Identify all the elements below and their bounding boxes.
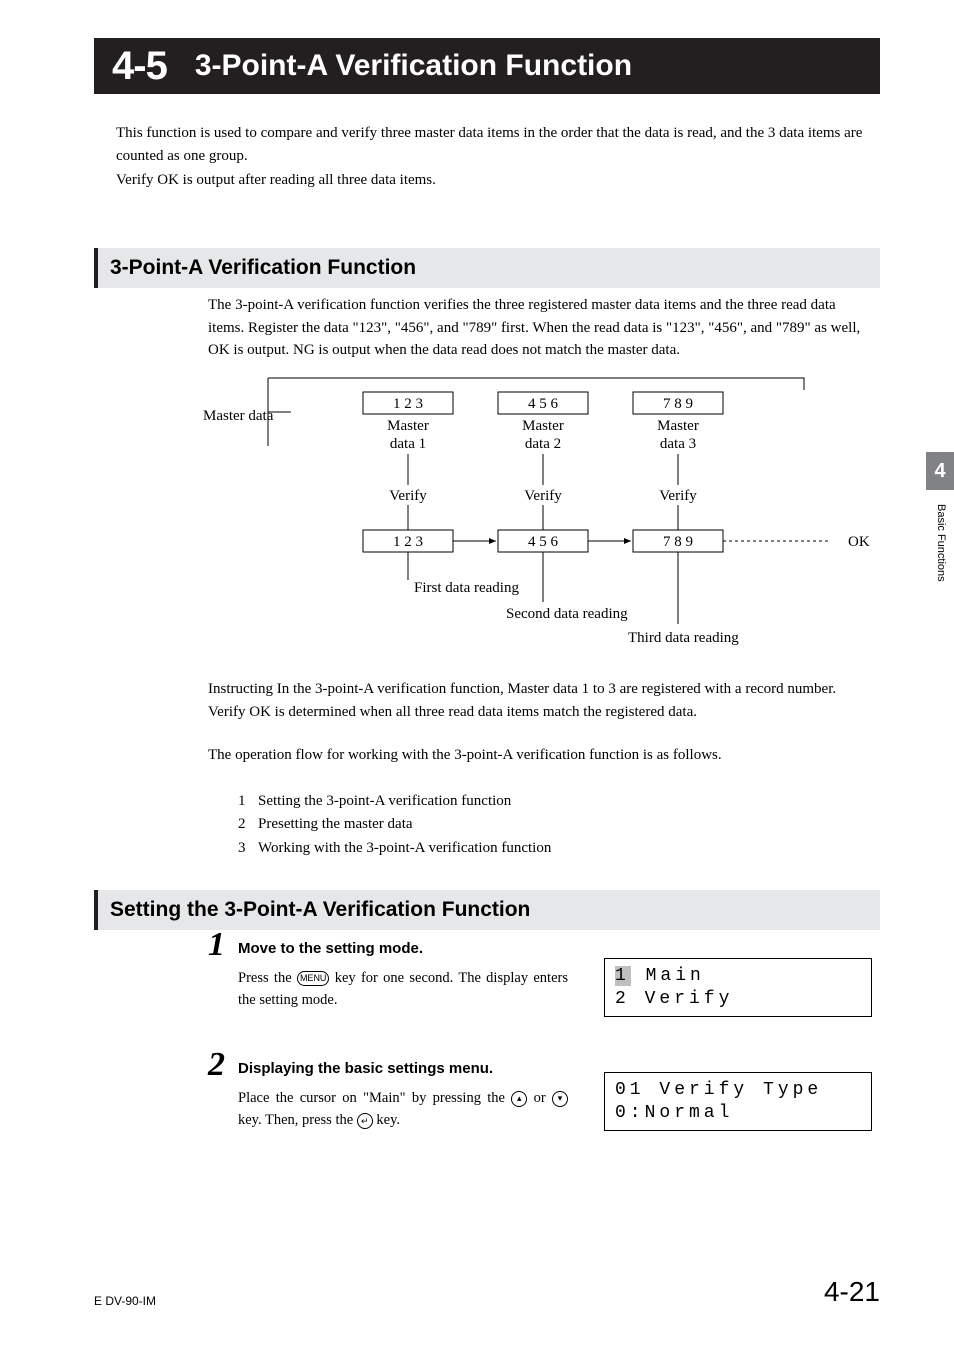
label-third-reading: Third data reading	[628, 630, 739, 646]
lcd-display-2: 01 Verify Type 0:Normal	[604, 1072, 872, 1131]
label-master-data: Master data	[203, 408, 274, 424]
body-text-c: The operation flow for working with the …	[208, 744, 864, 767]
intro-line2: Verify OK is output after reading all th…	[116, 169, 880, 192]
body-text-b: Instructing In the 3-point-A verificatio…	[208, 678, 864, 723]
step-title: Displaying the basic settings menu.	[238, 1058, 568, 1077]
svg-text:7 8 9: 7 8 9	[663, 534, 693, 550]
box-master1: 1 2 3 Master data 1	[363, 392, 453, 452]
svg-text:Master: Master	[522, 418, 564, 434]
body-text-a: The 3-point-A verification function veri…	[208, 294, 864, 362]
document-id: E DV-90-IM	[94, 1294, 156, 1308]
label-first-reading: First data reading	[414, 580, 519, 596]
page-number: 4-21	[824, 1276, 880, 1308]
step-1: 1 Move to the setting mode. Press the ME…	[208, 938, 568, 1012]
step-body: Press the MENU key for one second. The d…	[238, 967, 568, 1012]
section-title: 3-Point-A Verification Function	[185, 49, 632, 83]
step-2: 2 Displaying the basic settings menu. Pl…	[208, 1058, 568, 1132]
page-footer: E DV-90-IM 4-21	[94, 1276, 880, 1308]
list-item: Presetting the master data	[258, 813, 413, 836]
down-key-icon: ▾	[552, 1091, 568, 1107]
step-number: 2	[208, 1046, 225, 1084]
verification-diagram: Master data 1 2 3 Master data 1 4 5 6 Ma…	[208, 370, 868, 665]
intro-paragraph: This function is used to compare and ver…	[116, 122, 880, 192]
svg-text:Master: Master	[657, 418, 699, 434]
subheading-1: 3-Point-A Verification Function	[94, 248, 880, 288]
label-verify2: Verify	[524, 488, 562, 504]
list-item: Setting the 3-point-A verification funct…	[258, 790, 511, 813]
svg-text:data 3: data 3	[660, 436, 696, 452]
chapter-tab: 4	[926, 452, 954, 490]
lcd-display-1: 1 Main 2 Verify	[604, 958, 872, 1017]
label-second-reading: Second data reading	[506, 606, 628, 622]
svg-text:Master: Master	[387, 418, 429, 434]
svg-text:7 8 9: 7 8 9	[663, 396, 693, 412]
subheading-2: Setting the 3-Point-A Verification Funct…	[94, 890, 880, 930]
label-verify3: Verify	[659, 488, 697, 504]
enter-key-icon: ↵	[357, 1113, 373, 1129]
svg-text:data 1: data 1	[390, 436, 426, 452]
up-key-icon: ▴	[511, 1091, 527, 1107]
label-ok: OK	[848, 534, 870, 550]
label-verify1: Verify	[389, 488, 427, 504]
svg-text:data 2: data 2	[525, 436, 561, 452]
step-body: Place the cursor on "Main" by pressing t…	[238, 1087, 568, 1132]
menu-key-icon: MENU	[297, 971, 330, 986]
svg-text:1 2 3: 1 2 3	[393, 534, 423, 550]
intro-line1: This function is used to compare and ver…	[116, 122, 880, 169]
section-number: 4-5	[94, 44, 185, 89]
chapter-header: 4-5 3-Point-A Verification Function	[94, 38, 880, 94]
lcd-cursor: 1	[615, 966, 631, 986]
step-number: 1	[208, 926, 225, 964]
svg-text:4 5 6: 4 5 6	[528, 534, 559, 550]
svg-text:1 2 3: 1 2 3	[393, 396, 423, 412]
operation-flow-list: 1Setting the 3-point-A verification func…	[238, 790, 551, 860]
chapter-tab-label: Basic Functions	[935, 504, 947, 582]
step-title: Move to the setting mode.	[238, 938, 568, 957]
box-master3: 7 8 9 Master data 3	[633, 392, 723, 452]
svg-text:4 5 6: 4 5 6	[528, 396, 559, 412]
list-item: Working with the 3-point-A verification …	[258, 837, 551, 860]
box-master2: 4 5 6 Master data 2	[498, 392, 588, 452]
